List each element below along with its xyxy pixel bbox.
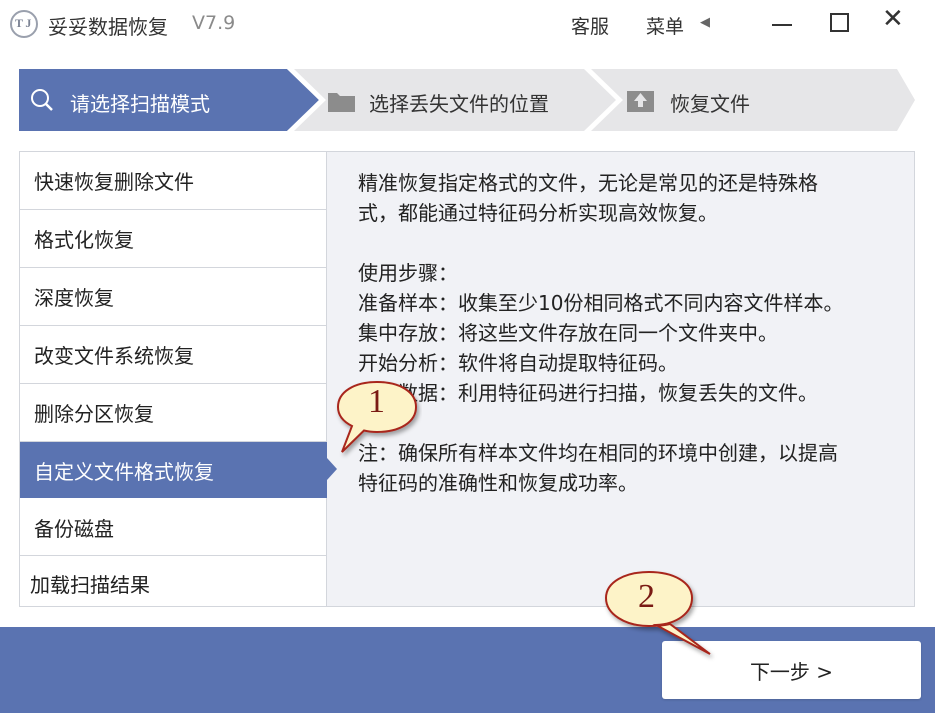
service-button[interactable]: 客服 [571, 12, 609, 39]
step-1-label: 请选择扫描模式 [70, 92, 210, 116]
minimize-button[interactable] [772, 24, 792, 26]
app-version: V7.9 [192, 12, 236, 34]
description-note-line-1: 注：确保所有样本文件均在相同的环境中创建，以提高 [358, 441, 838, 465]
close-button[interactable]: ✕ [882, 6, 904, 32]
mode-item-format-recover[interactable]: 格式化恢复 [20, 210, 327, 268]
mode-item-label: 深度恢复 [34, 286, 114, 310]
mode-item-label: 自定义文件格式恢复 [34, 459, 214, 484]
description-intro-line-2: 式，都能通过特征码分析实现高效恢复。 [358, 201, 718, 225]
menu-arrow-icon[interactable]: ◀ [700, 15, 710, 30]
description-intro-line-1: 精准恢复指定格式的文件，无论是常见的还是特殊格 [358, 171, 818, 195]
mode-item-custom-format[interactable]: 自定义文件格式恢复 [20, 442, 327, 498]
description-step-1: 准备样本：收集至少10份相同格式不同内容文件样本。 [358, 291, 844, 315]
app-title: 妥妥数据恢复 [48, 15, 168, 39]
description-step-4: 恢复数据：利用特征码进行扫描，恢复丢失的文件。 [358, 381, 818, 405]
mode-description: 精准恢复指定格式的文件，无论是常见的还是特殊格 式，都能通过特征码分析实现高效恢… [358, 168, 898, 498]
main-panel: 快速恢复删除文件 格式化恢复 深度恢复 改变文件系统恢复 删除分区恢复 自定义文… [19, 151, 915, 607]
maximize-button[interactable] [830, 13, 849, 32]
mode-item-backup-disk[interactable]: 备份磁盘 [20, 499, 327, 556]
callout-2-bubble [604, 570, 711, 655]
step-progress-bar: 请选择扫描模式 选择丢失文件的位置 恢复文件 [19, 69, 915, 131]
mode-item-label: 加载扫描结果 [30, 572, 150, 597]
menu-button[interactable]: 菜单 [646, 12, 684, 39]
mode-item-label: 备份磁盘 [34, 516, 114, 541]
mode-item-label: 删除分区恢复 [34, 402, 154, 426]
callout-2-number: 2 [638, 578, 655, 615]
upload-icon [627, 91, 654, 112]
next-step-label: 下一步 > [749, 659, 834, 684]
mode-item-label: 快速恢复删除文件 [34, 170, 194, 194]
mode-item-quick-recover[interactable]: 快速恢复删除文件 [20, 152, 327, 210]
mode-item-partition-recover[interactable]: 删除分区恢复 [20, 384, 327, 442]
callout-1-number: 1 [368, 383, 385, 420]
title-bar: T J 妥妥数据恢复 V7.9 客服 菜单 ◀ ✕ [0, 0, 935, 50]
mode-item-deep-recover[interactable]: 深度恢复 [20, 268, 327, 326]
description-steps-title: 使用步骤： [358, 261, 458, 285]
mode-item-load-results[interactable]: 加载扫描结果 [20, 556, 327, 610]
description-step-2: 集中存放：将这些文件存放在同一个文件夹中。 [358, 321, 778, 345]
step-3-label: 恢复文件 [670, 92, 750, 116]
mode-item-filesystem-change[interactable]: 改变文件系统恢复 [20, 326, 327, 384]
step-2-label: 选择丢失文件的位置 [369, 92, 549, 116]
mode-item-label: 改变文件系统恢复 [34, 344, 194, 368]
app-logo-icon: T J [10, 10, 38, 38]
description-note-line-2: 特征码的准确性和恢复成功率。 [358, 471, 638, 495]
mode-item-label: 格式化恢复 [34, 228, 134, 252]
scan-mode-list: 快速恢复删除文件 格式化恢复 深度恢复 改变文件系统恢复 删除分区恢复 自定义文… [20, 152, 327, 606]
description-step-3: 开始分析：软件将自动提取特征码。 [358, 351, 678, 375]
